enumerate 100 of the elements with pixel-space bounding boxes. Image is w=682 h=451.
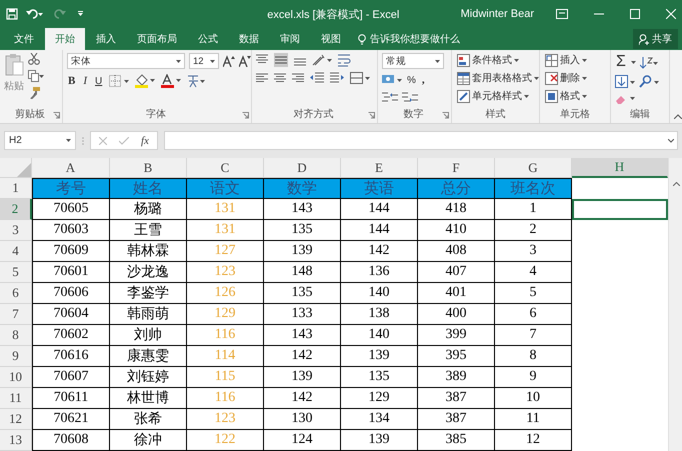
row-header[interactable]: 2 [0, 199, 32, 220]
column-header[interactable]: C [187, 158, 264, 178]
row-header[interactable]: 11 [0, 388, 32, 409]
dialog-launcher-icon[interactable] [442, 112, 449, 118]
table-cell: 401 [418, 283, 495, 304]
style-menu-button[interactable]: 套用表格格式 [456, 71, 540, 85]
ribbon-tab[interactable]: 文件 [4, 28, 44, 50]
font-color-icon[interactable] [161, 74, 182, 88]
window-title: excel.xls [兼容模式] - Excel [266, 8, 400, 22]
align-left-icon[interactable] [256, 73, 268, 83]
dialog-launcher-icon[interactable] [242, 112, 249, 118]
row-header[interactable]: 10 [0, 367, 32, 388]
phonetic-guide-icon[interactable] [187, 74, 206, 88]
increase-font-size-icon[interactable] [223, 55, 235, 67]
search-icon[interactable] [639, 75, 659, 88]
cut-icon[interactable] [28, 53, 40, 65]
bold-button[interactable]: B [67, 75, 76, 87]
ribbon-tab[interactable]: 页面布局 [127, 28, 187, 50]
ribbon-display-icon[interactable] [556, 9, 568, 19]
table-cell: 70604 [32, 304, 110, 325]
dropdown-caret-icon [582, 58, 587, 62]
ribbon-tab[interactable]: 视图 [311, 28, 351, 50]
cells-menu-button[interactable]: 删除 [544, 71, 588, 85]
autosum-button[interactable]: Σ [615, 53, 627, 71]
active-cell[interactable] [572, 199, 668, 220]
copy-icon[interactable] [28, 70, 44, 82]
merge-cells-icon[interactable] [350, 72, 370, 84]
column-header[interactable]: D [264, 158, 341, 178]
fill-color-icon[interactable] [135, 74, 156, 88]
decrease-font-size-icon[interactable] [239, 55, 251, 67]
dropdown-caret-icon [514, 58, 519, 62]
table-format-icon [457, 72, 470, 84]
column-header[interactable]: G [495, 158, 572, 178]
underline-button[interactable]: U [94, 76, 104, 86]
column-header[interactable]: B [110, 158, 187, 178]
undo-icon[interactable] [26, 8, 44, 20]
font-size-field[interactable]: 12 [189, 53, 219, 69]
ribbon-tab[interactable]: 插入 [86, 28, 126, 50]
row-header[interactable]: 7 [0, 304, 32, 325]
ribbon-tab[interactable]: 审阅 [270, 28, 310, 50]
dialog-launcher-icon[interactable] [368, 112, 375, 118]
increase-indent-icon[interactable] [330, 72, 344, 84]
user-name[interactable]: Midwinter Bear [460, 8, 534, 20]
row-header[interactable]: 8 [0, 325, 32, 346]
dropdown-caret-icon [435, 60, 440, 62]
cells-menu-button[interactable]: 插入 [544, 53, 588, 67]
row-header[interactable]: 13 [0, 430, 32, 451]
customize-caret-icon[interactable] [78, 11, 84, 17]
percent-button[interactable]: % [406, 74, 417, 86]
column-header[interactable]: F [418, 158, 495, 178]
fill-down-icon[interactable] [615, 75, 635, 88]
scroll-up-icon[interactable] [672, 182, 680, 186]
collapse-ribbon-icon[interactable] [674, 114, 682, 119]
wrap-text-icon[interactable] [338, 53, 352, 67]
row-header[interactable]: 5 [0, 262, 32, 283]
italic-button[interactable]: I [82, 75, 88, 87]
format-painter-icon[interactable] [28, 87, 40, 99]
save-icon[interactable] [6, 8, 18, 20]
dropdown-caret-icon[interactable] [630, 60, 636, 64]
maximize-icon[interactable] [630, 9, 640, 19]
top-align-icon[interactable] [256, 54, 268, 66]
currency-icon[interactable] [382, 74, 402, 86]
dialog-launcher-icon[interactable] [53, 112, 60, 118]
font-name-field[interactable]: 宋体 [67, 53, 185, 69]
close-icon[interactable] [666, 9, 676, 19]
lightbulb-icon[interactable] [358, 34, 366, 44]
sort-filter-icon[interactable] [640, 56, 658, 68]
tell-me-field[interactable]: 告诉我你想要做什么 [370, 32, 460, 46]
column-header[interactable]: H [572, 158, 668, 178]
cells-menu-button[interactable]: 格式 [544, 89, 588, 103]
style-menu-button[interactable]: 条件格式 [456, 53, 540, 67]
align-center-icon[interactable] [274, 73, 286, 83]
row-header[interactable]: 6 [0, 283, 32, 304]
table-cell: 140 [341, 283, 418, 304]
column-header[interactable]: A [32, 158, 110, 178]
row-header[interactable]: 9 [0, 346, 32, 367]
decrease-decimal-icon[interactable] [402, 91, 418, 103]
formula-input[interactable] [164, 131, 678, 150]
name-box[interactable]: H2 [4, 131, 76, 150]
row-header[interactable]: 4 [0, 241, 32, 262]
borders-icon[interactable] [109, 75, 130, 87]
align-right-icon[interactable] [292, 73, 304, 83]
middle-align-icon[interactable] [274, 53, 288, 67]
ribbon-tab[interactable]: 开始 [45, 28, 85, 50]
share-button[interactable]: 共享 [633, 29, 678, 49]
decrease-indent-icon[interactable] [310, 72, 324, 84]
orientation-icon[interactable] [312, 54, 332, 66]
increase-decimal-icon[interactable] [382, 91, 398, 103]
style-menu-button[interactable]: 单元格样式 [456, 89, 540, 103]
table-cell: 4 [495, 262, 572, 283]
row-header[interactable]: 3 [0, 220, 32, 241]
insert-function-button[interactable]: fx [141, 134, 149, 146]
row-header[interactable]: 1 [0, 178, 32, 199]
number-format-field[interactable]: 常规 [382, 53, 444, 69]
header-cell: 英语 [341, 178, 418, 199]
column-header[interactable]: E [341, 158, 418, 178]
row-header[interactable]: 12 [0, 409, 32, 430]
comma-button[interactable]: , [420, 74, 426, 86]
ribbon-tab[interactable]: 公式 [188, 28, 228, 50]
ribbon-tab[interactable]: 数据 [229, 28, 269, 50]
